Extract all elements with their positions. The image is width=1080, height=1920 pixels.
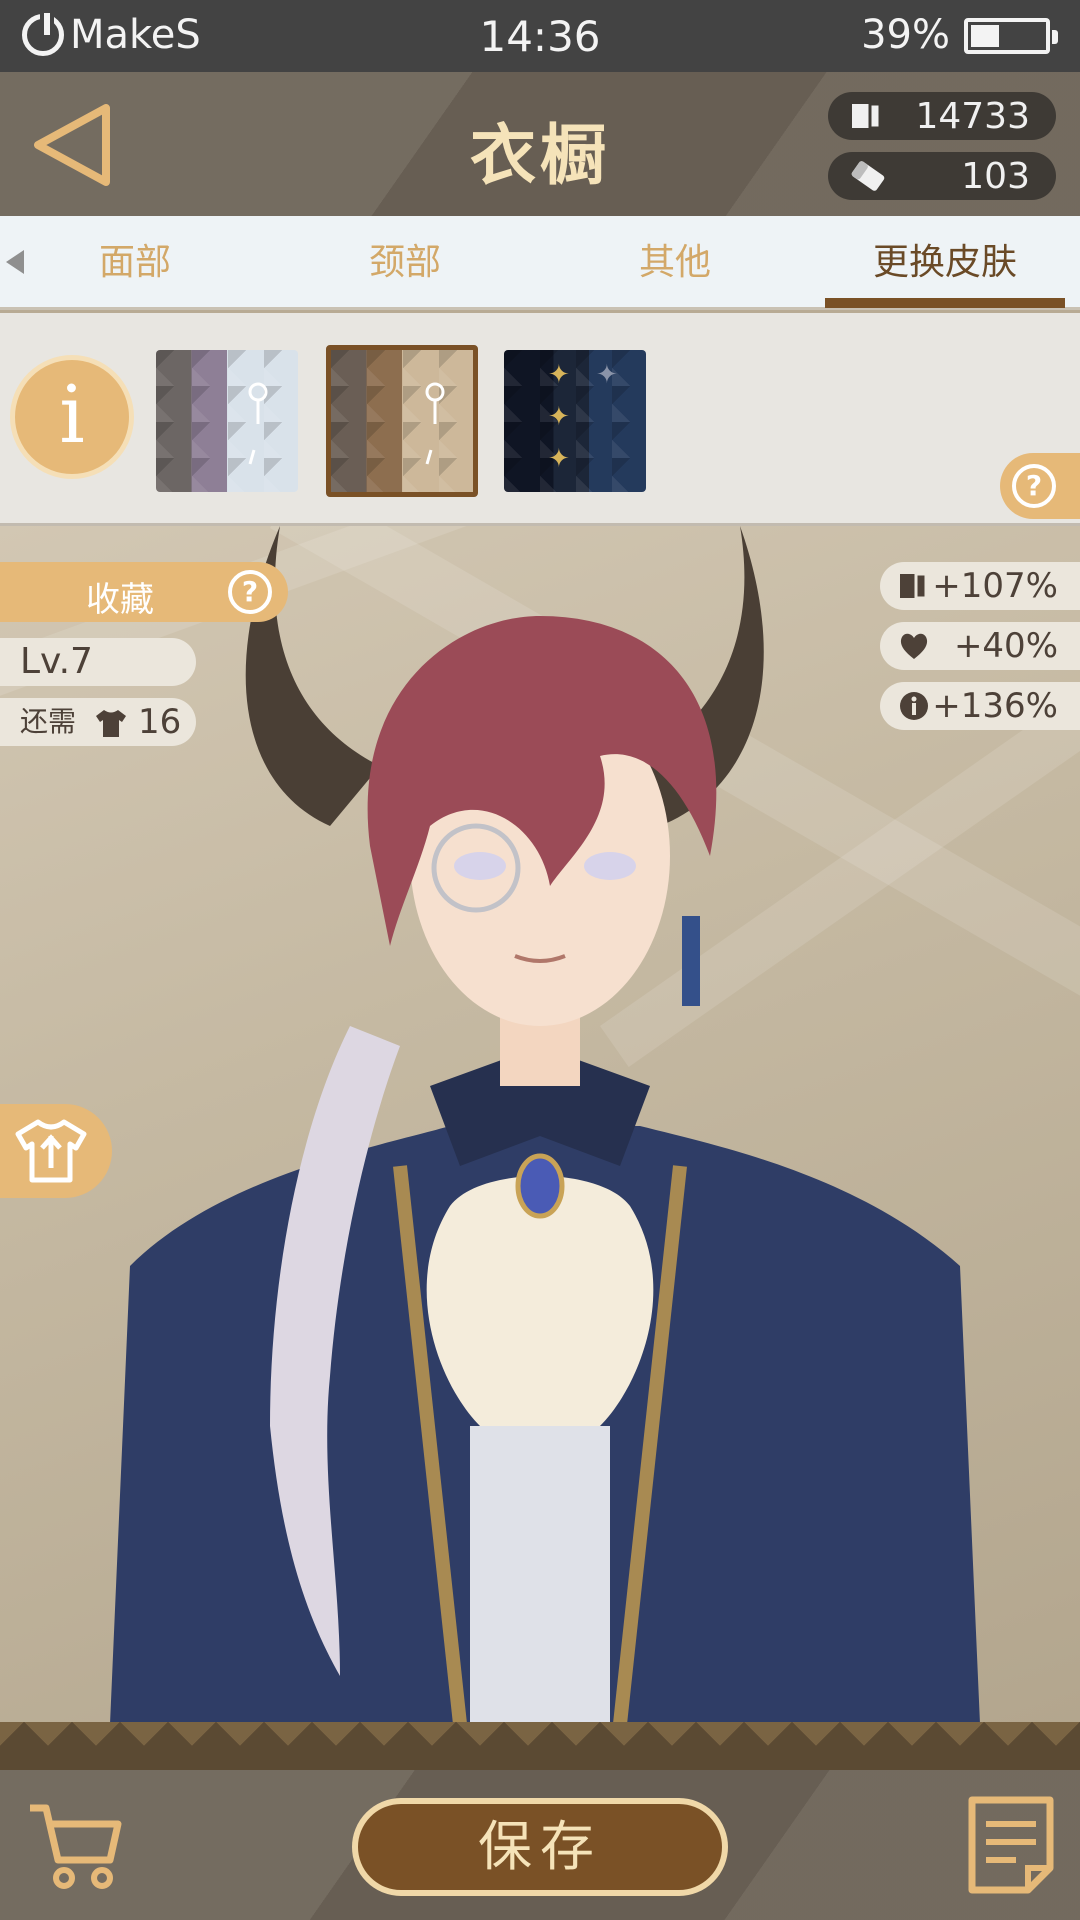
ticket-icon (900, 572, 928, 600)
needed-clothes: 还需 16 (0, 698, 196, 746)
favorite-button[interactable]: 收藏 ? (0, 562, 288, 622)
battery-percent: 39% (861, 12, 950, 58)
ticket-count: 14733 (915, 95, 1030, 137)
category-tabs: 面部 颈部 其他 更换皮肤 (0, 216, 1080, 310)
character-stage: 收藏 ? Lv.7 还需 16 +107% +40% +136% (0, 526, 1080, 1724)
ticket-currency[interactable]: 14733 (828, 92, 1056, 140)
wardrobe-button[interactable] (0, 1104, 112, 1198)
tab-neck[interactable]: 颈部 (285, 216, 525, 310)
info-icon[interactable]: i (10, 355, 134, 479)
info-icon (900, 692, 928, 720)
decorative-strip (0, 1722, 1080, 1770)
skin-option-navy-star[interactable]: ✦ ✦ ✦ ✦ (504, 350, 646, 492)
bonus-heart-value: +40% (953, 626, 1058, 666)
bottom-bar: 保存 (0, 1770, 1080, 1920)
needs-count: 16 (138, 702, 182, 742)
eraser-count: 103 (961, 155, 1030, 197)
notes-icon[interactable] (966, 1794, 1056, 1894)
help-icon: ? (1012, 464, 1056, 508)
save-button[interactable]: 保存 (352, 1798, 728, 1896)
needs-label: 还需 (20, 705, 77, 738)
active-tab-indicator (825, 298, 1065, 308)
bonus-heart: +40% (880, 622, 1080, 670)
bonus-ticket: +107% (880, 562, 1080, 610)
tab-other[interactable]: 其他 (555, 216, 795, 310)
shirt-icon (96, 710, 126, 737)
level-badge: Lv.7 (0, 638, 196, 686)
ticket-icon (852, 102, 882, 130)
character-illustration (110, 526, 980, 1724)
shirt-icon (15, 1119, 87, 1183)
cart-icon[interactable] (24, 1794, 124, 1894)
tab-change-skin[interactable]: 更换皮肤 (825, 216, 1065, 310)
eraser-icon (851, 161, 885, 191)
eraser-currency[interactable]: 103 (828, 152, 1056, 200)
battery-icon (964, 18, 1058, 54)
heart-icon (900, 633, 928, 659)
bonus-ticket-value: +107% (932, 566, 1058, 606)
status-bar: MakeS 14:36 39% (0, 0, 1080, 72)
header: 衣橱 14733 103 (0, 72, 1080, 216)
skin-option-brown-beige[interactable] (326, 345, 478, 497)
tab-face[interactable]: 面部 (15, 216, 255, 310)
skin-selector: i ✦ ✦ ✦ ✦ ? (0, 313, 1080, 526)
help-icon[interactable]: ? (228, 570, 272, 614)
bonus-info-value: +136% (932, 686, 1058, 726)
skin-help-button[interactable]: ? (1000, 453, 1080, 519)
bonus-info: +136% (880, 682, 1080, 730)
favorite-label: 收藏 (86, 580, 154, 620)
skin-option-gray-purple[interactable] (156, 350, 298, 492)
